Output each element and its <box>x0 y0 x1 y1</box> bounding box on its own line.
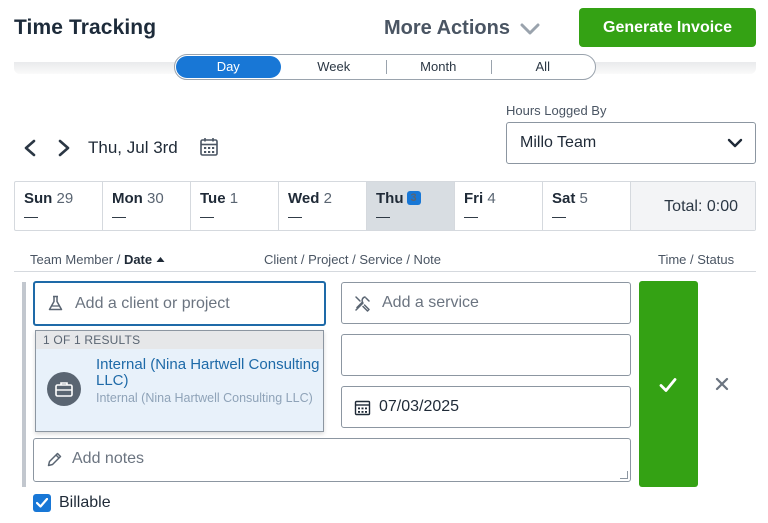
briefcase-icon <box>55 382 73 397</box>
tab-month[interactable]: Month <box>386 55 491 79</box>
day-hours: — <box>376 208 390 224</box>
today-badge: 3 <box>406 191 421 205</box>
date-sort-header: Date <box>123 252 153 267</box>
more-actions-label: More Actions <box>384 17 510 39</box>
day-hours: — <box>552 208 566 224</box>
day-number: 1 <box>229 190 239 207</box>
week-total: Total: 0:00 <box>631 182 755 230</box>
sort-up-icon <box>156 257 165 262</box>
team-member-header: Team Member / <box>30 252 121 267</box>
view-tabs: Day Week Month All <box>174 54 596 80</box>
day-wed[interactable]: Wed 2 — <box>279 182 367 230</box>
client-project-input[interactable]: Add a client or project <box>33 281 326 326</box>
save-entry-button[interactable] <box>639 281 698 487</box>
entry-indicator-bar <box>22 282 26 487</box>
service-input[interactable]: Add a service <box>341 282 631 324</box>
result-subtitle: Internal (Nina Hartwell Consulting LLC) <box>96 391 313 405</box>
next-day-icon[interactable] <box>56 139 72 157</box>
chevron-down-icon <box>520 23 540 34</box>
tab-week[interactable]: Week <box>282 55 387 79</box>
day-name: Wed <box>288 190 320 207</box>
day-hours: — <box>112 208 126 224</box>
previous-day-icon[interactable] <box>22 139 38 157</box>
result-name: Internal (Nina Hartwell Consulting LLC) <box>96 356 320 389</box>
billable-checkbox[interactable] <box>33 494 51 512</box>
service-placeholder: Add a service <box>382 294 479 311</box>
day-sat[interactable]: Sat 5 — <box>543 182 631 230</box>
tab-all[interactable]: All <box>490 55 596 79</box>
more-actions-menu[interactable]: More Actions <box>384 17 540 40</box>
briefcase-avatar <box>47 372 81 406</box>
pencil-icon <box>47 452 62 467</box>
day-number: 30 <box>147 190 164 207</box>
day-number: 4 <box>487 190 496 207</box>
day-name: Mon <box>112 190 143 207</box>
day-name: Fri <box>464 190 484 207</box>
day-sun[interactable]: Sun 29 — <box>15 182 103 230</box>
calendar-icon <box>354 400 371 416</box>
calendar-icon[interactable] <box>199 137 219 157</box>
generate-invoice-button[interactable]: Generate Invoice <box>579 8 756 47</box>
billable-label: Billable <box>59 494 111 511</box>
tools-icon <box>355 296 370 312</box>
day-hours: — <box>24 208 38 224</box>
day-mon[interactable]: Mon 30 — <box>103 182 191 230</box>
day-name: Sun <box>24 190 53 207</box>
day-fri[interactable]: Fri 4 — <box>455 182 543 230</box>
hours-logged-by-label: Hours Logged By <box>506 103 607 118</box>
day-number: 5 <box>579 190 588 207</box>
week-strip: Sun 29 — Mon 30 — Tue 1 — Wed 2 — Thu 3 —… <box>14 181 756 231</box>
day-hours: — <box>288 208 302 224</box>
notes-textarea[interactable]: Add notes <box>33 438 631 482</box>
day-hours: — <box>464 208 478 224</box>
hours-logged-by-select[interactable]: Millo Team <box>506 122 756 164</box>
entry-date-input[interactable]: 07/03/2025 <box>341 386 631 428</box>
day-hours: — <box>200 208 214 224</box>
team-member-date-header[interactable]: Team Member / Date <box>30 252 165 267</box>
day-name: Tue <box>200 190 226 207</box>
project-input[interactable] <box>341 334 631 376</box>
time-status-header: Time / Status <box>658 252 735 267</box>
result-item-internal[interactable]: Internal (Nina Hartwell Consulting LLC) … <box>36 349 323 432</box>
client-results-dropdown: 1 OF 1 RESULTS Internal (Nina Hartwell C… <box>35 330 324 432</box>
current-date: Thu, Jul 3rd <box>88 138 178 157</box>
results-count: 1 OF 1 RESULTS <box>36 331 323 349</box>
checkmark-icon <box>659 378 677 392</box>
hours-logged-by-value: Millo Team <box>520 134 597 151</box>
billable-toggle[interactable]: Billable <box>33 494 111 512</box>
day-thu[interactable]: Thu 3 — <box>367 182 455 230</box>
header-rule <box>14 271 756 272</box>
page-title: Time Tracking <box>14 16 157 39</box>
chevron-down-icon <box>727 138 743 148</box>
client-placeholder: Add a client or project <box>75 295 230 312</box>
close-icon[interactable] <box>715 377 729 391</box>
day-tue[interactable]: Tue 1 — <box>191 182 279 230</box>
checkmark-icon <box>36 498 48 508</box>
tab-day[interactable]: Day <box>176 56 281 78</box>
day-name: Thu <box>376 190 404 207</box>
day-number: 29 <box>56 190 74 207</box>
flask-icon <box>48 295 63 311</box>
client-project-header: Client / Project / Service / Note <box>264 252 442 267</box>
entry-date-value: 07/03/2025 <box>379 398 460 415</box>
notes-placeholder: Add notes <box>72 450 145 467</box>
day-name: Sat <box>552 190 576 207</box>
day-number: 2 <box>323 190 332 207</box>
